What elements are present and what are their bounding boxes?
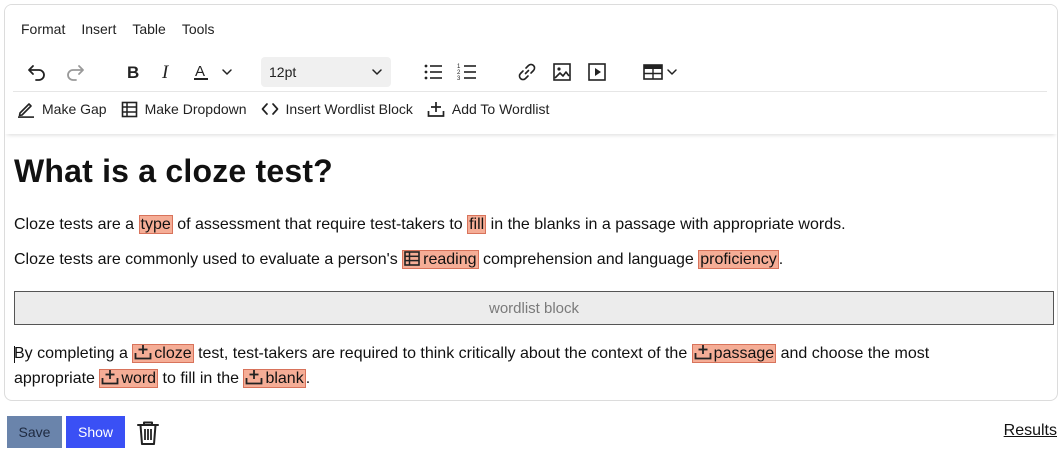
menu-insert[interactable]: Insert: [77, 19, 120, 39]
italic-icon[interactable]: I: [155, 58, 179, 86]
save-button[interactable]: Save: [7, 416, 62, 448]
gap-label: reading: [423, 251, 477, 268]
text-run: .: [778, 251, 784, 268]
chevron-down-icon: [372, 69, 382, 75]
paragraph-3: By completing a cloze test, test-takers …: [14, 341, 1014, 391]
table-icon[interactable]: [641, 58, 683, 86]
font-size-select[interactable]: 12pt: [261, 57, 391, 87]
add-to-list-icon: [134, 345, 152, 360]
insert-wordlist-block-button[interactable]: Insert Wordlist Block: [261, 97, 413, 121]
text-run: Cloze tests are commonly used to evaluat…: [14, 251, 403, 268]
text-run: By completing a: [14, 345, 133, 362]
add-to-list-icon: [101, 370, 119, 385]
make-dropdown-label: Make Dropdown: [144, 101, 247, 117]
svg-text:A: A: [195, 63, 205, 80]
dropdown-gap-reading[interactable]: reading: [402, 250, 479, 269]
image-icon[interactable]: [548, 58, 576, 86]
text-color-icon[interactable]: A: [189, 58, 237, 86]
menu-format[interactable]: Format: [17, 19, 69, 39]
svg-text:I: I: [161, 63, 170, 81]
wordlist-gap-blank[interactable]: blank: [243, 369, 306, 388]
bullet-list-icon[interactable]: [419, 58, 447, 86]
gap-fill[interactable]: fill: [467, 215, 487, 234]
pencil-icon: [18, 103, 34, 118]
add-to-list-icon: [694, 345, 712, 360]
add-to-list-icon: [246, 370, 263, 385]
page-heading: What is a cloze test?: [14, 153, 333, 189]
insert-wordlist-block-label: Insert Wordlist Block: [285, 101, 413, 117]
dropdown-table-icon: [121, 101, 137, 117]
wordlist-block[interactable]: wordlist block: [14, 291, 1054, 325]
gap-label: word: [121, 370, 157, 387]
paragraph-2: Cloze tests are commonly used to evaluat…: [14, 247, 783, 272]
numbered-list-icon[interactable]: 123: [453, 58, 481, 86]
text-run: of assessment that require test-takers t…: [172, 216, 468, 233]
show-button[interactable]: Show: [66, 416, 125, 448]
add-to-list-icon: [427, 102, 445, 117]
wordlist-gap-word[interactable]: word: [99, 369, 159, 388]
bold-icon[interactable]: B: [121, 58, 145, 86]
menu-tools[interactable]: Tools: [178, 19, 219, 39]
editor-header: Format Insert Table Tools B I A 12pt 1 2…: [5, 5, 1057, 134]
menu-table[interactable]: Table: [128, 19, 169, 39]
menubar: Format Insert Table Tools: [17, 19, 227, 39]
add-to-wordlist-button[interactable]: Add To Wordlist: [427, 97, 550, 121]
cloze-toolbar: Make Gap Make Dropdown Insert Wordlist B…: [17, 97, 563, 121]
wordlist-gap-cloze[interactable]: cloze: [132, 344, 194, 363]
gap-label: passage: [713, 345, 775, 362]
paragraph-1: Cloze tests are a type of assessment tha…: [14, 212, 846, 237]
svg-text:B: B: [127, 63, 139, 81]
make-gap-button[interactable]: Make Gap: [17, 97, 107, 121]
font-size-value: 12pt: [269, 64, 297, 80]
text-run: .: [305, 370, 311, 387]
text-run: comprehension and language: [478, 251, 699, 268]
add-to-wordlist-label: Add To Wordlist: [451, 101, 550, 117]
text-run: Cloze tests are a: [14, 216, 139, 233]
toolbar: B I A 12pt 123: [17, 55, 1045, 91]
results-link[interactable]: Results: [1004, 422, 1057, 440]
redo-icon[interactable]: [61, 58, 89, 86]
make-dropdown-button[interactable]: Make Dropdown: [121, 97, 247, 121]
undo-icon[interactable]: [23, 58, 51, 86]
wordlist-gap-passage[interactable]: passage: [691, 344, 777, 363]
gap-label: cloze: [154, 345, 192, 362]
trash-icon[interactable]: [136, 420, 160, 451]
make-gap-label: Make Gap: [42, 101, 107, 117]
gap-label: blank: [265, 370, 304, 387]
text-run: test, test-takers are required to think …: [193, 345, 692, 362]
code-icon: [261, 103, 278, 115]
text-run: in the blanks in a passage with appropri…: [486, 216, 846, 233]
media-icon[interactable]: [583, 58, 611, 86]
editor: Format Insert Table Tools B I A 12pt 1 2…: [4, 4, 1058, 401]
link-icon[interactable]: [513, 58, 541, 86]
text-run: to fill in the: [158, 370, 244, 387]
gap-proficiency[interactable]: proficiency: [698, 250, 779, 269]
gap-type[interactable]: type: [138, 215, 173, 234]
svg-text:3: 3: [457, 76, 461, 82]
toolbar-divider: [13, 91, 1047, 92]
dropdown-table-icon: [404, 251, 420, 266]
